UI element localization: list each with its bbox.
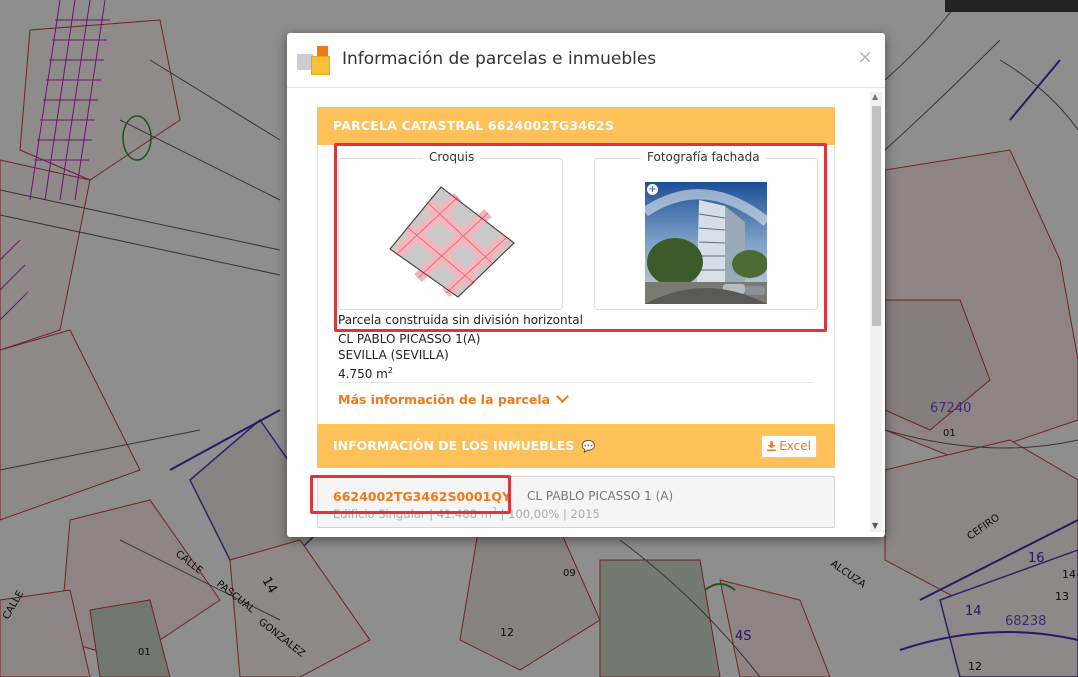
info-bubble-icon[interactable]: 💬 xyxy=(582,440,596,453)
scroll-thumb[interactable] xyxy=(872,106,881,326)
properties-panel-title: INFORMACIÓN DE LOS INMUEBLES xyxy=(333,438,575,453)
parcel-address-street: CL PABLO PICASSO 1(A) xyxy=(338,332,481,346)
highlight-box-parcel-images xyxy=(334,143,827,332)
parcel-address: CL PABLO PICASSO 1(A) SEVILLA (SEVILLA) … xyxy=(338,331,480,382)
excel-export-label: Excel xyxy=(779,439,811,453)
more-parcel-info-link[interactable]: Más información de la parcela xyxy=(338,390,569,407)
scroll-up-arrow-icon[interactable]: ▲ xyxy=(872,92,878,101)
properties-panel-header: INFORMACIÓN DE LOS INMUEBLES 💬 Excel xyxy=(317,424,835,468)
dialog-title: Información de parcelas e inmuebles xyxy=(342,49,657,69)
property-participation: 100,00% xyxy=(508,506,560,521)
top-corner-bar xyxy=(945,0,1078,12)
property-address: CL PABLO PICASSO 1 (A) xyxy=(527,489,674,503)
dialog-header: Información de parcelas e inmuebles × xyxy=(287,33,885,88)
chevron-down-icon xyxy=(556,390,569,403)
excel-export-button[interactable]: Excel xyxy=(761,435,817,458)
more-parcel-info-label: Más información de la parcela xyxy=(338,392,551,407)
vertical-scrollbar[interactable]: ▲ ▼ xyxy=(870,92,882,532)
download-icon xyxy=(767,441,777,451)
parcel-area: 4.750 m2 xyxy=(338,363,480,382)
close-button[interactable]: × xyxy=(857,48,873,67)
highlight-box-property-ref xyxy=(310,475,511,514)
parcel-area-unit: 2 xyxy=(387,366,393,375)
catastro-logo-icon xyxy=(297,46,331,76)
parcel-area-value: 4.750 m xyxy=(338,367,388,381)
parcel-panel-header: PARCELA CATASTRAL 6624002TG3462S xyxy=(317,107,835,145)
property-year: 2015 xyxy=(570,506,600,521)
parcel-address-city: SEVILLA (SEVILLA) xyxy=(338,348,449,362)
scroll-down-arrow-icon[interactable]: ▼ xyxy=(872,521,878,530)
divider xyxy=(338,382,814,383)
